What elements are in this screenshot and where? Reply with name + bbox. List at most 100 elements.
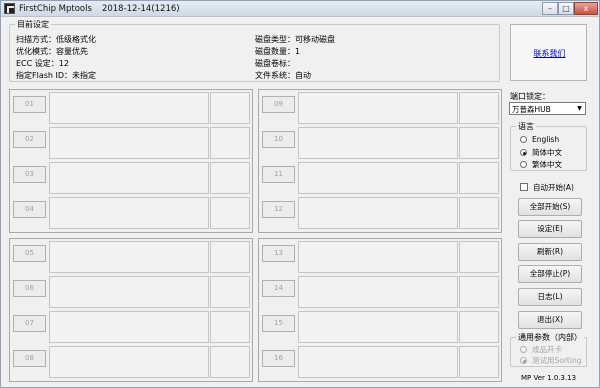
ecc-info: ECC 设定：12 — [16, 59, 69, 68]
param-option-test-sorting: 测试用Sorting — [520, 355, 581, 366]
port-status-cell — [298, 92, 458, 124]
port-button[interactable]: 10 — [262, 131, 295, 148]
app-name: FirstChip Mptools — [19, 4, 92, 14]
minimize-button[interactable]: – — [542, 2, 558, 15]
port-info-cell — [210, 346, 250, 378]
optimize-mode-info: 优化模式：容量优先 — [16, 47, 88, 56]
radio-button — [520, 346, 527, 353]
stop-all-button[interactable]: 全部停止(P) — [518, 265, 582, 283]
radio-label: 简体中文 — [532, 148, 562, 157]
port-panel-3: 05 06 07 08 — [9, 238, 253, 382]
port-button[interactable]: 14 — [262, 280, 295, 297]
port-button[interactable]: 01 — [13, 96, 46, 113]
port-info-cell — [210, 276, 250, 308]
contact-box: 联系我们 — [510, 24, 587, 81]
port-info-cell — [210, 197, 250, 229]
radio-label: 测试用Sorting — [532, 356, 582, 365]
exit-button[interactable]: 退出(X) — [518, 311, 582, 329]
port-info-cell — [210, 92, 250, 124]
port-status-cell — [298, 127, 458, 159]
auto-start-checkbox[interactable] — [520, 183, 528, 191]
port-info-cell — [459, 127, 499, 159]
port-button[interactable]: 03 — [13, 166, 46, 183]
radio-button[interactable] — [520, 136, 527, 143]
file-system-info: 文件系统：自动 — [255, 71, 311, 80]
port-button[interactable]: 16 — [262, 350, 295, 367]
disk-count-info: 磁盘数量：1 — [255, 47, 301, 56]
port-status-cell — [49, 311, 209, 343]
flash-id-info: 指定Flash ID：未指定 — [16, 71, 97, 80]
radio-label: 繁体中文 — [532, 160, 562, 169]
port-status-cell — [49, 127, 209, 159]
port-button[interactable]: 04 — [13, 201, 46, 218]
port-status-cell — [49, 276, 209, 308]
language-option-traditional[interactable]: 繁体中文 — [520, 159, 562, 170]
language-title: 语言 — [516, 121, 536, 132]
start-all-button[interactable]: 全部开始(S) — [518, 198, 582, 216]
port-status-cell — [49, 162, 209, 194]
port-button[interactable]: 13 — [262, 245, 295, 262]
port-lock-select[interactable]: 万普森HUB ▼ — [509, 102, 586, 115]
language-option-simplified[interactable]: 简体中文 — [520, 147, 562, 158]
disk-label-info: 磁盘卷标： — [255, 59, 295, 68]
port-status-cell — [298, 276, 458, 308]
port-info-cell — [459, 92, 499, 124]
log-button[interactable]: 日志(L) — [518, 288, 582, 306]
port-status-cell — [49, 197, 209, 229]
port-info-cell — [459, 311, 499, 343]
language-option-english[interactable]: English — [520, 135, 559, 144]
radio-label: English — [532, 135, 560, 144]
radio-button — [520, 357, 527, 364]
param-option-finished-card: 成品开卡 — [520, 344, 562, 355]
port-button[interactable]: 11 — [262, 166, 295, 183]
contact-link[interactable]: 联系我们 — [511, 48, 588, 59]
scan-mode-info: 扫描方式：低级格式化 — [16, 35, 96, 44]
port-info-cell — [210, 241, 250, 273]
auto-start-checkbox-row[interactable]: 自动开始(A) — [520, 182, 574, 193]
port-button[interactable]: 02 — [13, 131, 46, 148]
port-button[interactable]: 05 — [13, 245, 46, 262]
app-icon — [4, 3, 15, 14]
window-title: FirstChip Mptools 2018-12-14(1216) — [19, 4, 180, 14]
port-button[interactable]: 07 — [13, 315, 46, 332]
port-status-cell — [298, 346, 458, 378]
port-button[interactable]: 08 — [13, 350, 46, 367]
port-info-cell — [210, 311, 250, 343]
port-status-cell — [298, 162, 458, 194]
maximize-button[interactable]: □ — [558, 2, 574, 15]
port-button[interactable]: 06 — [13, 280, 46, 297]
auto-start-label: 自动开始(A) — [533, 183, 574, 192]
port-button[interactable]: 12 — [262, 201, 295, 218]
port-status-cell — [49, 241, 209, 273]
port-button[interactable]: 09 — [262, 96, 295, 113]
title-bar: FirstChip Mptools 2018-12-14(1216) – □ x — [1, 1, 599, 17]
port-info-cell — [459, 276, 499, 308]
current-settings-title: 目前设定 — [15, 19, 51, 30]
port-info-cell — [210, 162, 250, 194]
main-window: FirstChip Mptools 2018-12-14(1216) – □ x … — [0, 0, 600, 388]
general-params-title: 通用参数（内部） — [516, 332, 584, 343]
close-button[interactable]: x — [574, 2, 598, 15]
disk-type-info: 磁盘类型：可移动磁盘 — [255, 35, 335, 44]
port-panel-4: 13 14 15 16 — [258, 238, 502, 382]
port-info-cell — [459, 197, 499, 229]
app-version-date: 2018-12-14(1216) — [101, 4, 180, 14]
port-info-cell — [459, 241, 499, 273]
port-panel-1: 01 02 03 04 — [9, 89, 253, 233]
port-lock-label: 端口锁定： — [510, 92, 550, 101]
port-status-cell — [49, 346, 209, 378]
radio-label: 成品开卡 — [532, 345, 562, 354]
radio-button[interactable] — [520, 161, 527, 168]
version-label: MP Ver 1.0.3.13 — [521, 374, 577, 382]
radio-button[interactable] — [520, 149, 527, 156]
port-status-cell — [49, 92, 209, 124]
port-status-cell — [298, 197, 458, 229]
port-button[interactable]: 15 — [262, 315, 295, 332]
refresh-button[interactable]: 刷新(R) — [518, 243, 582, 261]
port-lock-value: 万普森HUB — [512, 105, 551, 114]
settings-button[interactable]: 设定(E) — [518, 220, 582, 238]
chevron-down-icon: ▼ — [577, 105, 582, 112]
port-status-cell — [298, 241, 458, 273]
port-info-cell — [459, 346, 499, 378]
port-panel-2: 09 10 11 12 — [258, 89, 502, 233]
